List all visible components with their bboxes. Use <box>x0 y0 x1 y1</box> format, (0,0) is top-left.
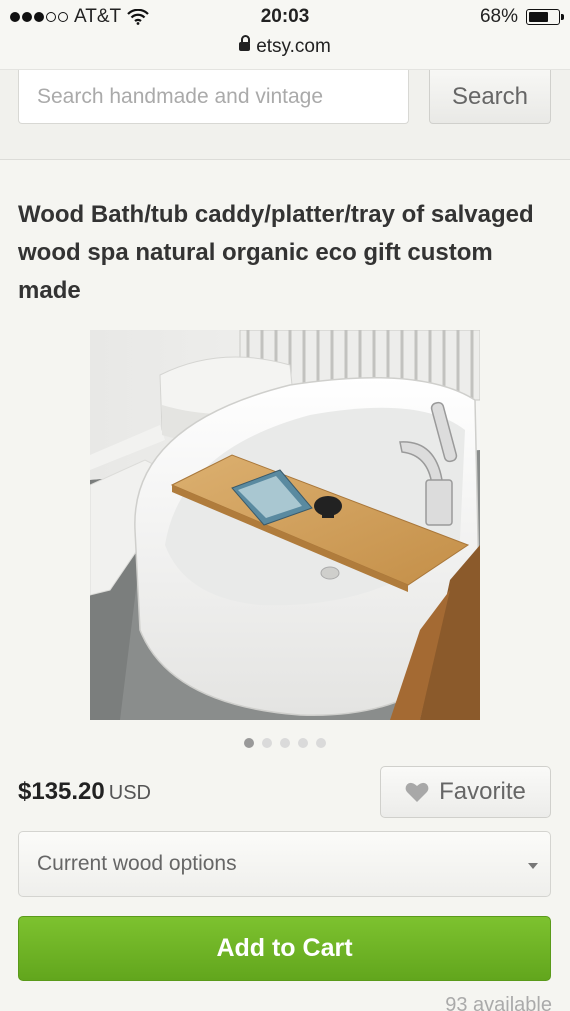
pager-dot[interactable] <box>280 738 290 748</box>
bathtub-photo-image <box>90 330 480 720</box>
listing-photo[interactable] <box>90 330 480 720</box>
wood-options-select[interactable]: Current wood options <box>18 831 551 897</box>
listing-title: Wood Bath/tub caddy/platter/tray of salv… <box>18 201 534 304</box>
add-to-cart-button[interactable]: Add to Cart <box>18 916 551 981</box>
battery-icon <box>526 9 564 25</box>
price-currency: USD <box>108 782 151 804</box>
availability-text: 93 available <box>445 994 552 1011</box>
image-pager[interactable] <box>0 738 570 748</box>
status-bar: AT&T 20:03 68% etsy.com <box>0 0 570 70</box>
price: $135.20 USD <box>18 778 151 806</box>
chevron-down-icon <box>528 863 538 869</box>
lock-icon <box>239 35 251 51</box>
battery-indicator: 68% <box>479 6 564 28</box>
pager-dot[interactable] <box>298 738 308 748</box>
favorite-button[interactable]: Favorite <box>380 766 551 818</box>
select-value: Current wood options <box>37 852 237 875</box>
favorite-label: Favorite <box>439 778 526 805</box>
battery-percent: 68% <box>479 6 518 27</box>
pager-dot[interactable] <box>262 738 272 748</box>
url-text: etsy.com <box>256 36 331 57</box>
search-button[interactable]: Search <box>429 70 551 124</box>
price-amount: $135.20 <box>18 778 105 805</box>
pager-dot[interactable] <box>244 738 254 748</box>
address-bar[interactable]: etsy.com <box>0 35 570 58</box>
heart-icon <box>405 782 429 802</box>
pager-dot[interactable] <box>316 738 326 748</box>
search-input[interactable] <box>18 70 409 124</box>
search-bar: Search <box>0 70 570 160</box>
